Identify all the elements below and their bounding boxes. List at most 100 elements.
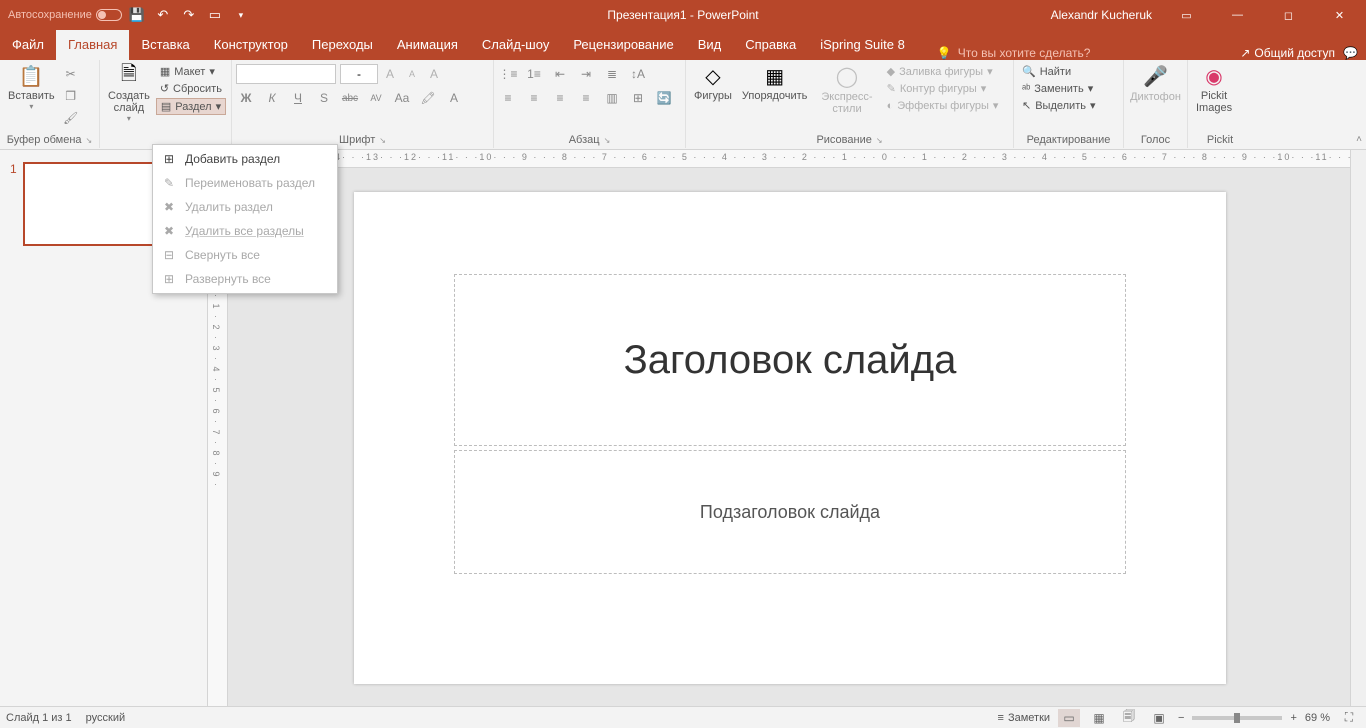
char-spacing-button[interactable]: AV bbox=[366, 88, 386, 108]
line-spacing-button[interactable]: ≣ bbox=[602, 64, 622, 84]
align-right-button[interactable]: ≡ bbox=[550, 88, 570, 108]
maximize-button[interactable]: ◻ bbox=[1266, 0, 1311, 30]
pickit-button[interactable]: ◉ Pickit Images bbox=[1192, 62, 1236, 132]
align-center-button[interactable]: ≡ bbox=[524, 88, 544, 108]
highlight-button[interactable]: 🖍 bbox=[418, 88, 438, 108]
replace-button[interactable]: ᵃᵇЗаменить▾ bbox=[1018, 81, 1119, 96]
shapes-button[interactable]: ◇ Фигуры bbox=[690, 62, 736, 132]
undo-button[interactable]: ↶ bbox=[152, 4, 174, 26]
tab-help[interactable]: Справка bbox=[733, 30, 808, 60]
tab-file[interactable]: Файл bbox=[0, 30, 56, 60]
font-launcher-icon[interactable]: ↘ bbox=[379, 136, 386, 145]
font-size-input[interactable]: - bbox=[340, 64, 378, 84]
menu-add-section[interactable]: ⊞Добавить раздел bbox=[153, 147, 337, 171]
clipboard-launcher-icon[interactable]: ↘ bbox=[86, 136, 93, 145]
save-button[interactable]: 💾 bbox=[126, 4, 148, 26]
collapse-ribbon-button[interactable]: ˄ bbox=[1356, 134, 1362, 145]
autosave-toggle[interactable]: Автосохранение bbox=[8, 9, 122, 21]
fit-to-window-button[interactable]: ⛶ bbox=[1338, 709, 1360, 727]
group-pickit-label: Pickit bbox=[1192, 132, 1248, 148]
reading-view-button[interactable]: 🗐 bbox=[1118, 709, 1140, 727]
tab-view[interactable]: Вид bbox=[686, 30, 734, 60]
increase-indent-button[interactable]: ⇥ bbox=[576, 64, 596, 84]
columns-button[interactable]: ▥ bbox=[602, 88, 622, 108]
decrease-indent-button[interactable]: ⇤ bbox=[550, 64, 570, 84]
find-button[interactable]: 🔍Найти bbox=[1018, 64, 1119, 79]
qat-more-button[interactable]: ▾ bbox=[230, 4, 252, 26]
redo-button[interactable]: ↷ bbox=[178, 4, 200, 26]
language-indicator[interactable]: русский bbox=[86, 712, 125, 724]
align-text-button[interactable]: ⊞ bbox=[628, 88, 648, 108]
zoom-in-button[interactable]: + bbox=[1290, 712, 1296, 724]
comments-button[interactable]: 💬 bbox=[1343, 46, 1358, 60]
quick-styles-button[interactable]: ◯ Экспресс- стили bbox=[813, 62, 880, 132]
drawing-launcher-icon[interactable]: ↘ bbox=[876, 136, 883, 145]
format-painter-button[interactable]: 🖌 bbox=[61, 108, 81, 128]
align-left-button[interactable]: ≡ bbox=[498, 88, 518, 108]
bold-button[interactable]: Ж bbox=[236, 88, 256, 108]
shape-effects-button[interactable]: ◐Эффекты фигуры▾ bbox=[883, 98, 1003, 113]
sorter-view-button[interactable]: ▦ bbox=[1088, 709, 1110, 727]
tab-home[interactable]: Главная bbox=[56, 30, 129, 60]
tab-slideshow[interactable]: Слайд-шоу bbox=[470, 30, 561, 60]
start-from-beginning-button[interactable]: ▭ bbox=[204, 4, 226, 26]
user-name[interactable]: Alexandr Kucheruk bbox=[1051, 8, 1152, 22]
font-color-button[interactable]: A bbox=[444, 88, 464, 108]
change-case-button[interactable]: Aa bbox=[392, 88, 412, 108]
share-button[interactable]: ↗ Общий доступ bbox=[1240, 46, 1335, 60]
group-font-label: Шрифт bbox=[339, 134, 375, 146]
title-placeholder[interactable]: Заголовок слайда bbox=[454, 274, 1126, 446]
font-family-input[interactable] bbox=[236, 64, 336, 84]
close-button[interactable]: ✕ bbox=[1317, 0, 1362, 30]
justify-button[interactable]: ≡ bbox=[576, 88, 596, 108]
smartart-button[interactable]: 🔄 bbox=[654, 88, 674, 108]
outline-icon: ✎ bbox=[887, 82, 896, 95]
tab-insert[interactable]: Вставка bbox=[129, 30, 201, 60]
dictate-button[interactable]: 🎤 Диктофон bbox=[1128, 62, 1183, 132]
zoom-out-button[interactable]: − bbox=[1178, 712, 1184, 724]
select-button[interactable]: ↖Выделить▾ bbox=[1018, 98, 1119, 113]
arrange-button[interactable]: ▦ Упорядочить bbox=[738, 62, 811, 132]
shape-outline-button[interactable]: ✎Контур фигуры▾ bbox=[883, 81, 1003, 96]
underline-button[interactable]: Ч bbox=[288, 88, 308, 108]
notes-button[interactable]: ≡Заметки bbox=[998, 712, 1051, 724]
normal-view-button[interactable]: ▭ bbox=[1058, 709, 1080, 727]
increase-font-button[interactable]: A bbox=[380, 64, 400, 84]
ribbon-display-button[interactable]: ▭ bbox=[1164, 0, 1209, 30]
cut-button[interactable]: ✂ bbox=[61, 64, 81, 84]
numbering-button[interactable]: 1≡ bbox=[524, 64, 544, 84]
italic-button[interactable]: К bbox=[262, 88, 282, 108]
slide-canvas[interactable]: Заголовок слайда Подзаголовок слайда bbox=[228, 168, 1350, 706]
shadow-button[interactable]: S bbox=[314, 88, 334, 108]
text-direction-button[interactable]: ↕A bbox=[628, 64, 648, 84]
tell-me-search[interactable]: 💡 Что вы хотите сделать? bbox=[937, 46, 1091, 60]
zoom-percent[interactable]: 69 % bbox=[1305, 712, 1330, 724]
paste-button[interactable]: 📋 Вставить ▾ bbox=[4, 62, 59, 132]
menu-collapse-all: ⊟Свернуть все bbox=[153, 243, 337, 267]
tab-transitions[interactable]: Переходы bbox=[300, 30, 385, 60]
paragraph-launcher-icon[interactable]: ↘ bbox=[604, 136, 611, 145]
shape-fill-button[interactable]: ◆Заливка фигуры▾ bbox=[883, 64, 1003, 79]
vertical-scrollbar[interactable] bbox=[1350, 150, 1366, 706]
new-slide-button[interactable]: 🗎 Создать слайд ▾ bbox=[104, 62, 154, 144]
layout-button[interactable]: ▦Макет▾ bbox=[156, 64, 226, 79]
switch-icon[interactable] bbox=[96, 9, 122, 21]
menu-remove-section: ✖Удалить раздел bbox=[153, 195, 337, 219]
clear-format-button[interactable]: A bbox=[424, 64, 444, 84]
tab-design[interactable]: Конструктор bbox=[202, 30, 300, 60]
strike-button[interactable]: abc bbox=[340, 88, 360, 108]
slide-1[interactable]: Заголовок слайда Подзаголовок слайда bbox=[354, 192, 1226, 684]
slide-counter[interactable]: Слайд 1 из 1 bbox=[6, 712, 72, 724]
tab-review[interactable]: Рецензирование bbox=[561, 30, 685, 60]
section-button[interactable]: ▤Раздел▾ bbox=[156, 98, 226, 115]
zoom-slider[interactable] bbox=[1192, 716, 1282, 720]
copy-button[interactable]: ❐ bbox=[61, 86, 81, 106]
minimize-button[interactable]: — bbox=[1215, 0, 1260, 30]
tab-ispring[interactable]: iSpring Suite 8 bbox=[808, 30, 917, 60]
slideshow-view-button[interactable]: ▣ bbox=[1148, 709, 1170, 727]
tab-animation[interactable]: Анимация bbox=[385, 30, 470, 60]
bullets-button[interactable]: ⋮≡ bbox=[498, 64, 518, 84]
reset-button[interactable]: ↺Сбросить bbox=[156, 81, 226, 96]
subtitle-placeholder[interactable]: Подзаголовок слайда bbox=[454, 450, 1126, 574]
decrease-font-button[interactable]: A bbox=[402, 64, 422, 84]
